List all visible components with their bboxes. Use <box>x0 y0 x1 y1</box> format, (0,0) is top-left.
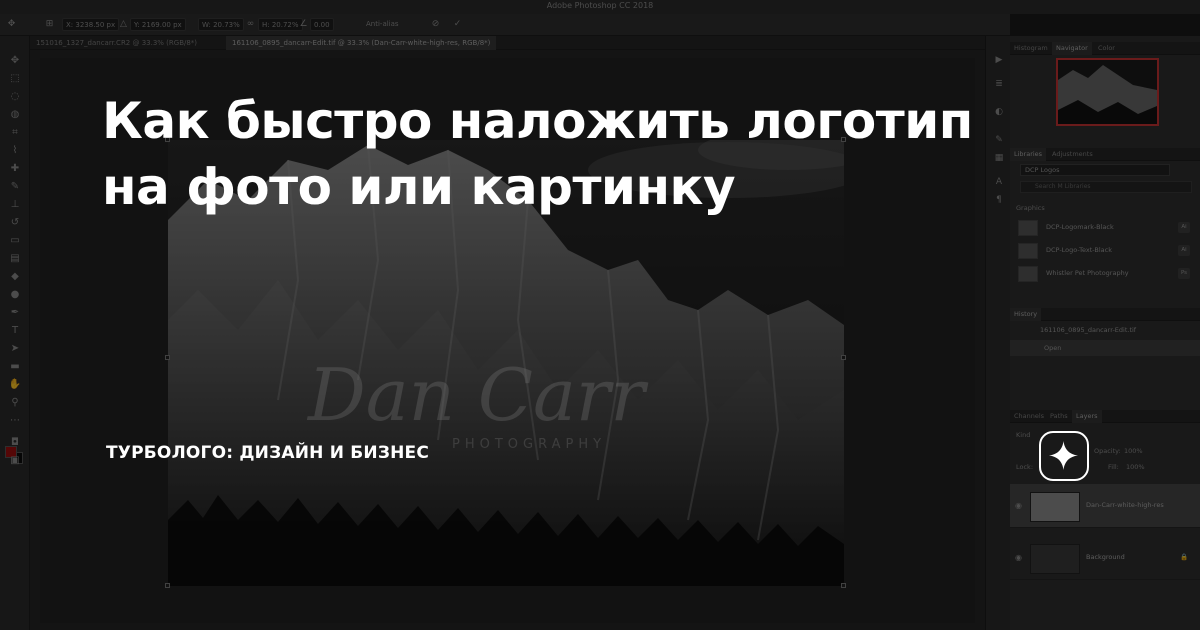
publisher-name: ТУРБОЛОГО: ДИЗАЙН И БИЗНЕС <box>106 443 430 463</box>
brand-logo <box>1039 431 1089 481</box>
sparkle-icon <box>1049 441 1078 470</box>
article-title: Как быстро наложить логотип на фото или … <box>102 88 1102 220</box>
article-title-line-2: на фото или картинку <box>102 158 736 216</box>
article-title-line-1: Как быстро наложить логотип <box>102 92 973 150</box>
